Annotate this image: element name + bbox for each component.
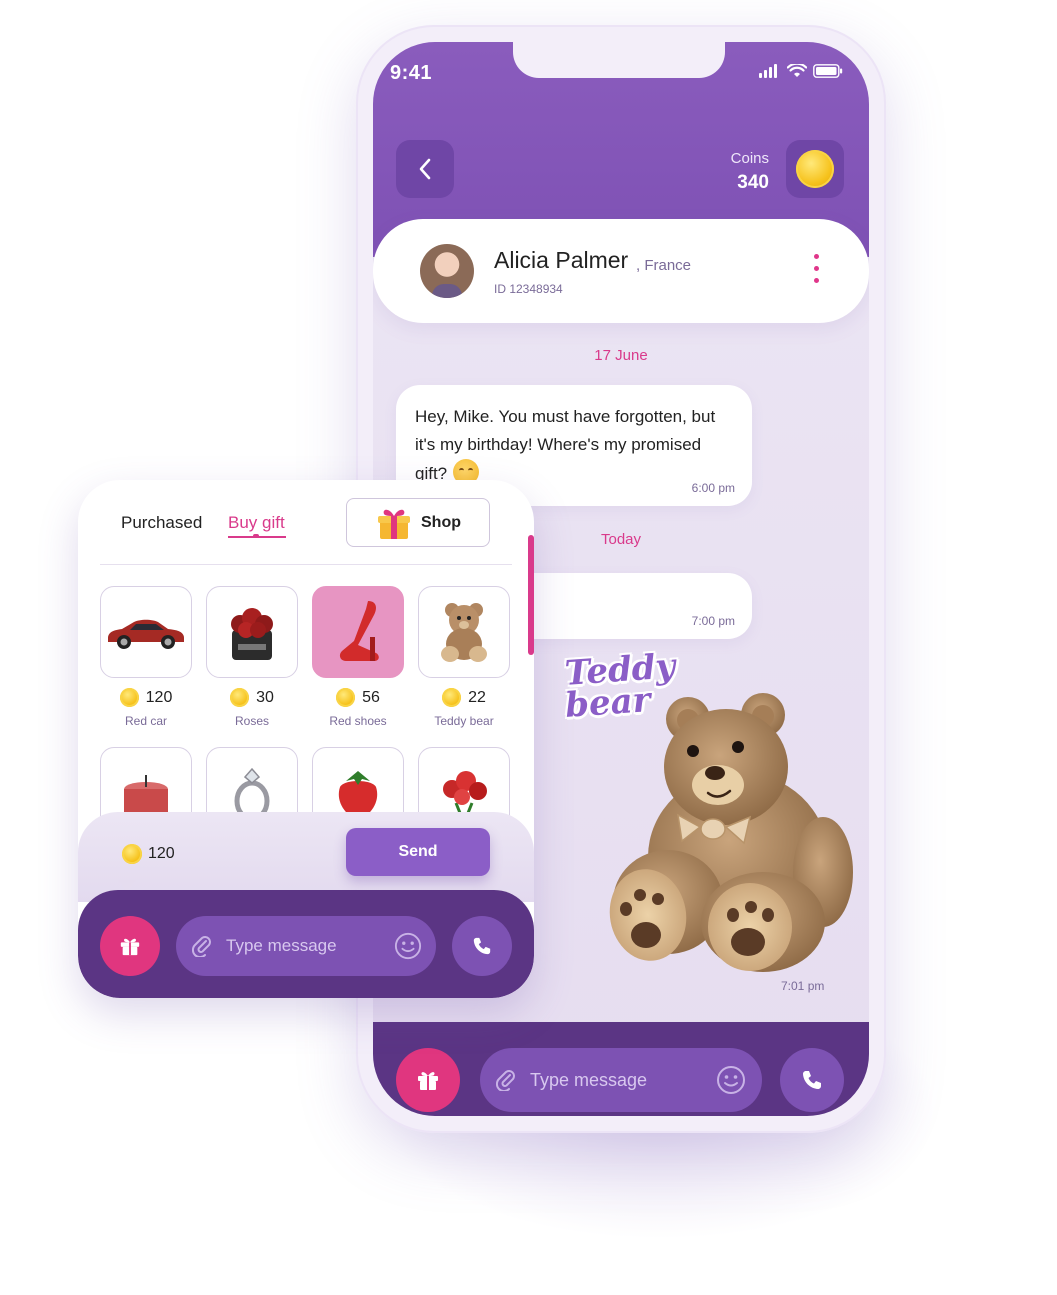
gift-item-teddy-bear[interactable] — [418, 586, 510, 678]
gift-name: Red shoes — [329, 714, 387, 728]
coin-icon — [119, 688, 139, 707]
phone-icon — [473, 937, 491, 955]
sticker-time: 7:01 pm — [781, 979, 825, 993]
gift-price: 120 — [100, 688, 192, 707]
gift-item-red-car[interactable] — [100, 586, 192, 678]
teddy-bear-sticker-icon[interactable] — [588, 687, 858, 977]
red-shoe-icon — [339, 601, 379, 661]
gift-price: 30 — [206, 688, 298, 707]
avatar[interactable] — [420, 244, 474, 298]
gift-item-roses[interactable] — [206, 586, 298, 678]
shop-button[interactable]: Shop — [346, 498, 490, 547]
call-button[interactable] — [452, 916, 512, 976]
coin-icon — [230, 688, 250, 707]
coin-icon — [336, 688, 356, 707]
teddy-bear-icon — [441, 603, 487, 662]
status-time: 9:41 — [390, 62, 433, 84]
divider — [100, 564, 512, 565]
selected-total: 120 — [122, 844, 175, 864]
gift-button[interactable] — [100, 916, 160, 976]
gift-button[interactable] — [396, 1048, 460, 1112]
profile-card[interactable]: Alicia Palmer , France ID 12348934 — [373, 219, 869, 323]
coins-balance: 340 — [737, 172, 769, 193]
coin-icon — [122, 844, 142, 864]
profile-id: ID 12348934 — [494, 282, 563, 296]
emoji-icon[interactable] — [394, 932, 422, 960]
chevron-left-icon — [419, 158, 431, 180]
coins-button[interactable] — [786, 140, 844, 198]
red-car-icon — [108, 619, 184, 649]
status-icons — [759, 64, 843, 78]
gift-price: 22 — [418, 688, 510, 707]
send-bar: 120 Send — [78, 812, 534, 902]
battery-icon — [813, 64, 843, 78]
message-time: 7:00 pm — [691, 614, 735, 628]
stage: 9:41 Coins 340 Alicia Palmer , France ID… — [0, 0, 1057, 1295]
tab-buy-gift[interactable]: Buy gift — [228, 513, 285, 533]
roses-box-icon — [231, 608, 273, 660]
gift-icon — [120, 938, 140, 956]
gift-name: Teddy bear — [434, 714, 494, 728]
message-placeholder: Type message — [530, 1069, 648, 1090]
message-composer: Type message — [373, 1022, 869, 1116]
gift-name: Roses — [234, 714, 269, 728]
gift-name: Red car — [124, 714, 168, 728]
panel-message-composer: Type message — [78, 890, 534, 998]
message-time: 6:00 pm — [691, 481, 735, 495]
shop-label: Shop — [421, 513, 461, 531]
call-button[interactable] — [780, 1048, 844, 1112]
tab-purchased[interactable]: Purchased — [121, 513, 202, 533]
gift-price: 56 — [312, 688, 404, 707]
message-text: Hey, Mike. You must have forgotten, but … — [415, 407, 716, 485]
paperclip-icon[interactable] — [496, 1069, 516, 1091]
back-button[interactable] — [396, 140, 454, 198]
phone-icon — [803, 1071, 821, 1089]
coin-icon — [442, 688, 462, 707]
signal-icon — [759, 64, 777, 78]
gift-icon — [418, 1072, 438, 1090]
message-placeholder: Type message — [226, 936, 337, 955]
profile-name: Alicia Palmer — [494, 247, 629, 273]
notch — [513, 42, 725, 78]
date-separator: 17 June — [594, 347, 648, 364]
scrollbar[interactable] — [528, 535, 534, 655]
emoji-icon[interactable] — [716, 1065, 746, 1095]
wifi-icon — [787, 64, 807, 77]
send-button[interactable]: Send — [346, 828, 490, 876]
more-menu-icon[interactable] — [814, 254, 819, 283]
gift-panel: Purchased Buy gift Shop 120 30 56 22 Red… — [78, 480, 534, 998]
message-input[interactable]: Type message — [176, 916, 436, 976]
coins-label: Coins — [730, 150, 769, 167]
paperclip-icon[interactable] — [192, 935, 212, 957]
tab-indicator — [253, 534, 259, 538]
gift-item-red-shoes[interactable] — [312, 586, 404, 678]
gift-box-icon — [378, 509, 410, 539]
profile-country: , France — [636, 257, 692, 274]
coin-icon — [796, 150, 834, 188]
message-input[interactable]: Type message — [480, 1048, 762, 1112]
